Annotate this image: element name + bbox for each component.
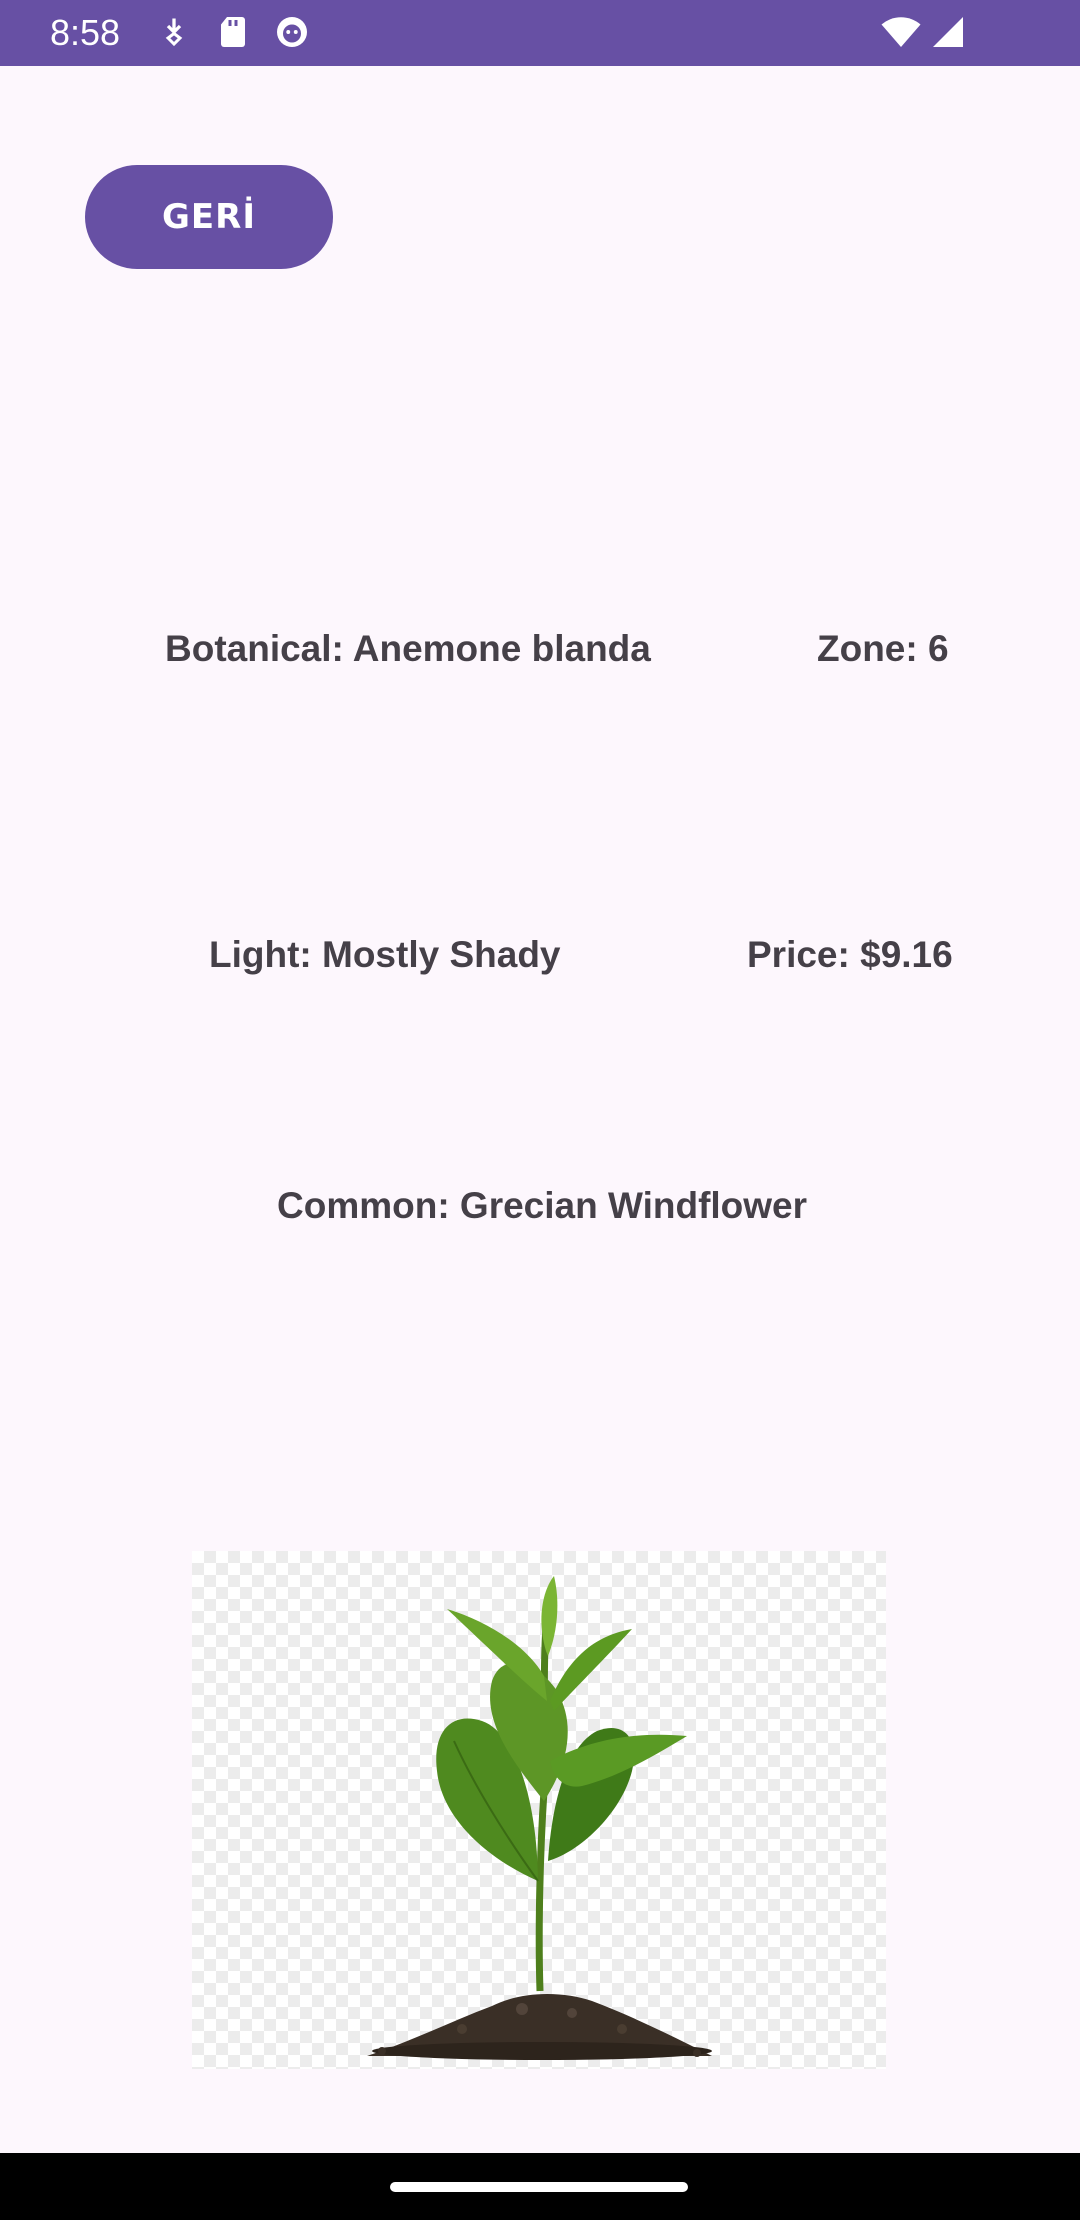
botanical-name-label: Botanical: Anemone blanda: [165, 628, 651, 669]
home-handle[interactable]: [390, 2182, 688, 2192]
wifi-icon: [880, 14, 922, 50]
light-label: Light: Mostly Shady: [209, 934, 561, 975]
zone-label: Zone: 6: [817, 628, 949, 669]
status-time: 8:58: [50, 12, 121, 53]
sd-card-icon: [215, 14, 251, 50]
signal-icon: [928, 14, 968, 50]
back-button[interactable]: GERİ: [85, 165, 333, 269]
plant-image: [192, 1551, 886, 2069]
price-label: Price: $9.16: [747, 934, 953, 975]
common-name-label: Common: Grecian Windflower: [277, 1185, 808, 1226]
status-bar: 8:58: [0, 0, 1080, 66]
download-icon: [156, 14, 192, 50]
face-icon: [274, 14, 310, 50]
